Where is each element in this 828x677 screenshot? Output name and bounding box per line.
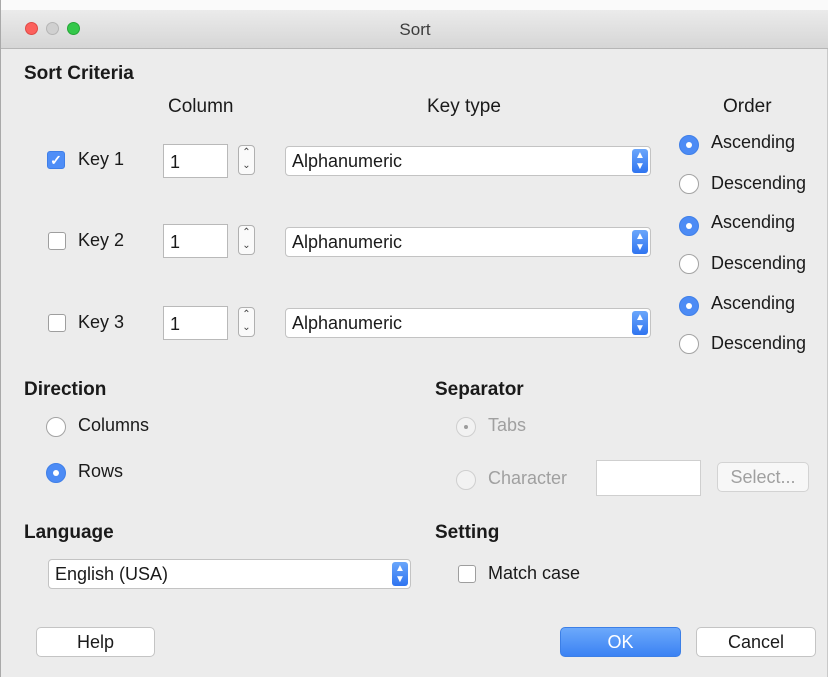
sort-criteria-heading: Sort Criteria — [24, 63, 134, 84]
key-1-column-stepper[interactable]: ⌃ ⌄ — [238, 145, 255, 175]
key-2-ascending-label: Ascending — [711, 212, 796, 232]
column-header: Column — [168, 96, 234, 117]
direction-rows-radio[interactable] — [46, 463, 66, 483]
key-3-ascending-radio[interactable] — [679, 296, 699, 316]
chevron-updown-icon: ▲ ▼ — [632, 230, 648, 254]
select-character-button[interactable]: Select... — [717, 462, 809, 492]
key-1-ascending-label: Ascending — [711, 132, 796, 152]
help-button[interactable]: Help — [36, 627, 155, 657]
key-1-descending-label: Descending — [711, 173, 807, 193]
language-heading: Language — [24, 522, 114, 543]
key-type-header: Key type — [427, 96, 501, 117]
order-header: Order — [723, 96, 772, 117]
key-1-descending-radio[interactable] — [679, 174, 699, 194]
title-bar: Sort — [1, 10, 828, 49]
key-3-label: Key 3 — [78, 312, 125, 332]
chevron-updown-icon: ▲ ▼ — [632, 311, 648, 335]
chevron-updown-icon: ▲ ▼ — [632, 149, 648, 173]
key-1-checkbox[interactable]: ✓ — [47, 151, 65, 169]
key-3-column-stepper[interactable]: ⌃ ⌄ — [238, 307, 255, 337]
key-2-descending-radio[interactable] — [679, 254, 699, 274]
key-2-ascending-radio[interactable] — [679, 216, 699, 236]
key-3-type-select[interactable]: Alphanumeric ▲ ▼ — [285, 308, 651, 338]
separator-tabs-label: Tabs — [488, 415, 527, 435]
key-3-checkbox[interactable] — [48, 314, 66, 332]
direction-columns-label: Columns — [78, 415, 150, 435]
cancel-button[interactable]: Cancel — [696, 627, 816, 657]
key-1-type-value: Alphanumeric — [292, 151, 403, 171]
key-1-ascending-radio[interactable] — [679, 135, 699, 155]
sort-dialog: Sort Sort Criteria Column Key type Order… — [0, 0, 828, 677]
key-2-column-field[interactable]: 1 — [163, 224, 228, 258]
direction-heading: Direction — [24, 379, 107, 400]
separator-character-field[interactable] — [596, 460, 701, 496]
setting-heading: Setting — [435, 522, 500, 543]
window-title: Sort — [399, 20, 431, 39]
direction-rows-label: Rows — [78, 461, 124, 481]
direction-columns-radio[interactable] — [46, 417, 66, 437]
key-1-column-field[interactable]: 1 — [163, 144, 228, 178]
key-3-type-value: Alphanumeric — [292, 313, 403, 333]
ok-button[interactable]: OK — [560, 627, 681, 657]
language-select[interactable]: English (USA) ▲ ▼ — [48, 559, 411, 589]
separator-character-radio[interactable] — [456, 470, 476, 490]
separator-heading: Separator — [435, 379, 524, 400]
key-1-type-select[interactable]: Alphanumeric ▲ ▼ — [285, 146, 651, 176]
key-3-column-field[interactable]: 1 — [163, 306, 228, 340]
chevron-updown-icon: ▲ ▼ — [392, 562, 408, 586]
key-2-label: Key 2 — [78, 230, 125, 250]
language-value: English (USA) — [55, 564, 169, 584]
key-2-checkbox[interactable] — [48, 232, 66, 250]
key-3-descending-label: Descending — [711, 333, 807, 353]
separator-character-label: Character — [488, 468, 568, 488]
key-2-column-stepper[interactable]: ⌃ ⌄ — [238, 225, 255, 255]
key-2-type-select[interactable]: Alphanumeric ▲ ▼ — [285, 227, 651, 257]
separator-tabs-radio[interactable] — [456, 417, 476, 437]
key-1-label: Key 1 — [78, 149, 125, 169]
window-top-strip — [1, 0, 828, 10]
match-case-checkbox[interactable] — [458, 565, 476, 583]
match-case-label: Match case — [488, 563, 581, 583]
key-3-ascending-label: Ascending — [711, 293, 796, 313]
key-2-type-value: Alphanumeric — [292, 232, 403, 252]
key-2-descending-label: Descending — [711, 253, 807, 273]
key-3-descending-radio[interactable] — [679, 334, 699, 354]
